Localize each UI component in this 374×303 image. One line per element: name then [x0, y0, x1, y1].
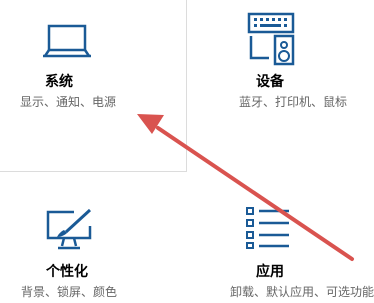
settings-tile-system[interactable]: 系统 显示、通知、电源 — [0, 0, 187, 172]
tile-title: 个性化 — [46, 264, 88, 280]
tile-title: 应用 — [256, 264, 284, 280]
settings-page: 系统 显示、通知、电源 设备 蓝牙、打印机、鼠标 个性化 背景、锁屏、颜色 应用… — [0, 0, 374, 303]
tile-description: 卸载、默认应用、可选功能 — [230, 285, 374, 299]
settings-tile-personalization[interactable]: 个性化 背景、锁屏、颜色 — [0, 172, 187, 303]
laptop-icon — [43, 24, 91, 58]
keyboard-speaker-icon — [247, 12, 295, 66]
settings-tile-devices[interactable]: 设备 蓝牙、打印机、鼠标 — [187, 0, 374, 172]
tile-description: 蓝牙、打印机、鼠标 — [239, 95, 348, 109]
tile-description: 背景、锁屏、颜色 — [21, 285, 118, 299]
monitor-brush-icon — [46, 208, 92, 250]
tile-title: 设备 — [256, 74, 284, 90]
tile-title: 系统 — [45, 74, 73, 90]
settings-tile-apps[interactable]: 应用 卸载、默认应用、可选功能 — [187, 172, 374, 303]
tile-description: 显示、通知、电源 — [20, 95, 117, 109]
app-list-icon — [246, 207, 289, 249]
